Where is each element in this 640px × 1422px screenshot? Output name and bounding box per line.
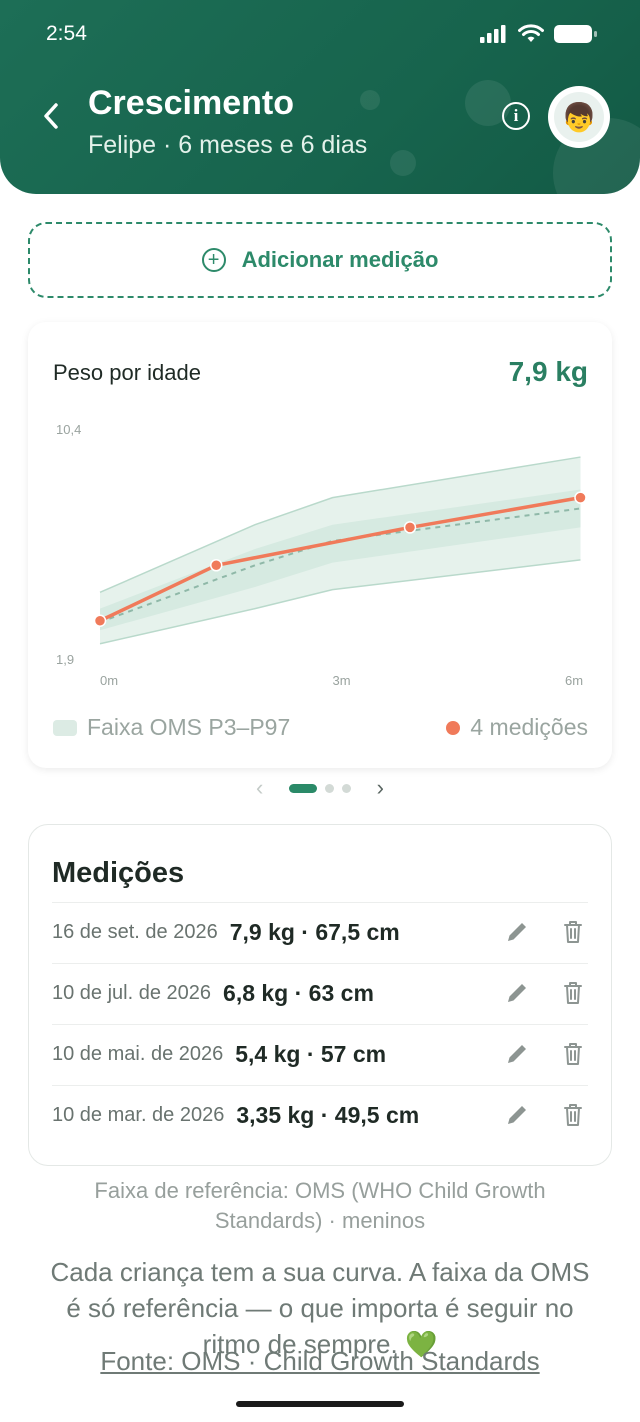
status-time: 2:54 xyxy=(46,22,87,45)
y-tick-label: 1,9 xyxy=(56,652,74,667)
legend-band: Faixa OMS P3–P97 xyxy=(53,714,290,741)
pager-dot[interactable] xyxy=(325,783,334,793)
plus-circle-icon: + xyxy=(201,248,226,272)
measurement-point xyxy=(403,521,417,534)
measurement-point xyxy=(574,491,587,504)
decor-bubble xyxy=(360,90,380,110)
edit-icon[interactable] xyxy=(502,978,532,1008)
measurement-point xyxy=(93,614,107,628)
page-title: Crescimento xyxy=(88,84,294,122)
trash-icon[interactable] xyxy=(558,1100,588,1130)
y-tick-label: 10,4 xyxy=(56,422,81,437)
measurement-values: 6,8 kg · 63 cm xyxy=(223,980,374,1006)
measurement-row: 16 de set. de 2026 7,9 kg · 67,5 cm xyxy=(52,902,588,963)
header: 2:54 Crescimento Felipe · 6 meses e 6 di… xyxy=(0,0,640,194)
weight-chart: 10,4 1,9 0m 3m 6m xyxy=(56,422,587,688)
measurement-actions xyxy=(502,978,588,1008)
measurement-row: 10 de mai. de 2026 5,4 kg · 57 cm xyxy=(52,1024,588,1085)
measurement-actions xyxy=(502,917,588,947)
back-icon[interactable] xyxy=(38,100,66,132)
measurement-point xyxy=(210,559,223,572)
measurement-row: 10 de jul. de 2026 6,8 kg · 63 cm xyxy=(52,963,588,1024)
trash-icon[interactable] xyxy=(558,917,588,947)
measurement-actions xyxy=(502,1039,588,1069)
legend-band-label: Faixa OMS P3–P97 xyxy=(87,714,291,740)
wifi-icon xyxy=(518,24,544,42)
measurement-values: 5,4 kg · 57 cm xyxy=(235,1041,387,1067)
trash-icon[interactable] xyxy=(558,1039,588,1069)
measurement-values: 3,35 kg · 49,5 cm xyxy=(236,1102,420,1128)
x-tick-label: 3m xyxy=(332,673,350,688)
battery-icon xyxy=(554,25,597,43)
home-indicator xyxy=(236,1401,404,1407)
measurement-date: 10 de mai. de 2026 xyxy=(52,1043,224,1065)
add-measurement-button[interactable]: + Adicionar medição xyxy=(28,222,612,298)
pager-dot[interactable] xyxy=(289,783,317,793)
measurements-card: Medições 16 de set. de 2026 7,9 kg · 67,… xyxy=(28,824,612,1166)
measurements-title: Medições xyxy=(52,857,185,889)
measurement-actions xyxy=(502,1100,588,1130)
page-subtitle: Felipe · 6 meses e 6 dias xyxy=(88,131,368,159)
add-measurement-label: Adicionar medição xyxy=(241,247,439,272)
avatar[interactable]: 👦 xyxy=(548,86,610,148)
source-link[interactable]: Fonte: OMS · Child Growth Standards xyxy=(40,1346,600,1377)
legend-points: 4 medições xyxy=(446,714,588,741)
edit-icon[interactable] xyxy=(502,917,532,947)
measurement-date: 10 de mar. de 2026 xyxy=(52,1104,225,1126)
chevron-right-icon[interactable]: › xyxy=(377,777,384,799)
x-tick-label: 0m xyxy=(100,673,118,688)
pager-dots xyxy=(289,783,351,793)
chart-pager: ‹ › xyxy=(256,776,384,800)
pager-dot[interactable] xyxy=(342,783,351,793)
decor-bubble xyxy=(390,150,416,176)
reference-note: Faixa de referência: OMS (WHO Child Grow… xyxy=(94,1178,546,1233)
avatar-emoji: 👦 xyxy=(554,92,604,142)
edit-icon[interactable] xyxy=(502,1100,532,1130)
edit-icon[interactable] xyxy=(502,1039,532,1069)
trash-icon[interactable] xyxy=(558,978,588,1008)
measurement-date: 16 de set. de 2026 xyxy=(52,921,218,943)
measurement-row: 10 de mar. de 2026 3,35 kg · 49,5 cm xyxy=(52,1085,588,1146)
chevron-left-icon[interactable]: ‹ xyxy=(256,777,263,799)
signal-icon xyxy=(480,25,506,43)
measurement-date: 10 de jul. de 2026 xyxy=(52,982,212,1004)
legend-band-swatch xyxy=(53,719,77,736)
measurement-values: 7,9 kg · 67,5 cm xyxy=(229,919,400,945)
legend-points-dot xyxy=(446,720,461,735)
info-icon[interactable]: i xyxy=(502,102,530,130)
status-icons xyxy=(480,24,598,44)
x-tick-label: 6m xyxy=(565,673,583,688)
legend-points-label: 4 medições xyxy=(470,714,588,740)
weight-chart-card[interactable]: Peso por idade 7,9 kg 10,4 1,9 0m 3m 6m Faix… xyxy=(28,322,612,768)
